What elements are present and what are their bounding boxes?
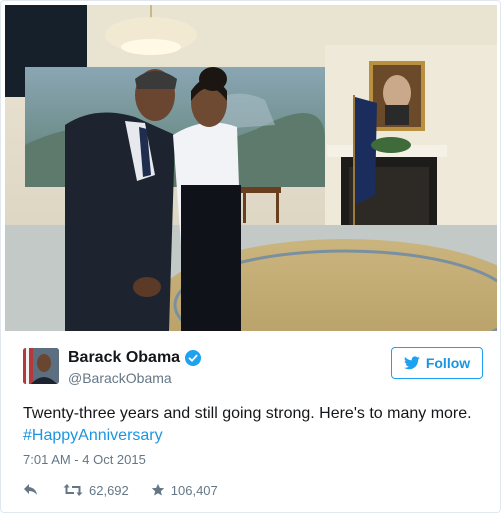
tweet-card: Barack Obama @BarackObama Follow Twenty-… [0,0,501,513]
like-button[interactable]: 106,407 [151,483,218,498]
author-avatar[interactable] [23,348,59,384]
retweet-count: 62,692 [89,482,129,498]
author-name[interactable]: Barack Obama [68,349,180,367]
retweet-icon [63,484,83,496]
verified-badge-icon [185,350,202,366]
author-name-row[interactable]: Barack Obama [68,349,202,367]
tweet-timestamp[interactable]: 7:01 AM - 4 Oct 2015 [23,452,146,467]
reply-button[interactable] [23,483,39,497]
avatar-image [23,348,59,384]
reply-icon [24,484,37,495]
star-icon [151,483,164,496]
author-handle[interactable]: @BarackObama [68,370,172,386]
follow-label: Follow [425,355,471,371]
hashtag-link[interactable]: #HappyAnniversary [23,425,483,447]
tweet-actions: 62,692 106,407 [23,480,218,500]
tweet-header: Barack Obama @BarackObama Follow [23,347,483,387]
like-count: 106,407 [170,482,218,498]
follow-button[interactable]: Follow [391,347,483,379]
photo-illustration [5,5,497,331]
twitter-bird-icon [403,356,420,370]
tweet-text: Twenty-three years and still going stron… [23,403,483,447]
retweet-button[interactable]: 62,692 [63,483,129,498]
tweet-body: Twenty-three years and still going stron… [23,405,472,422]
tweet-photo[interactable] [5,5,497,331]
